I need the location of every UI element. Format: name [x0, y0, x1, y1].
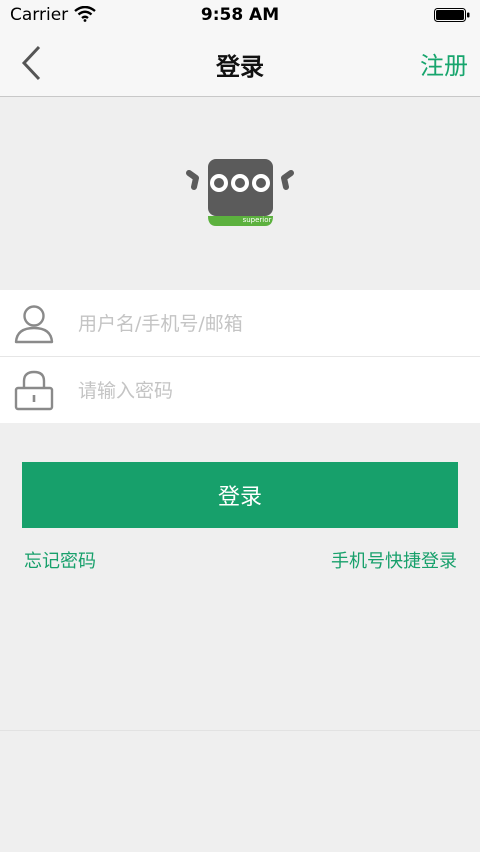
lock-icon: [14, 370, 54, 411]
battery-icon: [434, 8, 470, 22]
password-input[interactable]: [76, 373, 460, 409]
quick-login-link[interactable]: 手机号快捷登录: [331, 547, 457, 573]
logo-brand-text: superior: [243, 216, 272, 224]
password-row: [0, 356, 480, 423]
login-button[interactable]: 登录: [22, 462, 458, 528]
username-row: [0, 290, 480, 356]
login-form: [0, 290, 480, 423]
username-input[interactable]: [76, 306, 460, 342]
register-button[interactable]: 注册: [420, 46, 468, 81]
nav-bar: 登录 注册: [0, 30, 480, 97]
divider: [0, 730, 480, 731]
user-icon: [14, 305, 54, 344]
status-bar: Carrier 9:58 AM: [0, 0, 480, 30]
page-title: 登录: [216, 53, 264, 81]
status-time: 9:58 AM: [200, 5, 280, 25]
forgot-password-link[interactable]: 忘记密码: [24, 547, 96, 573]
app-logo: superior: [186, 159, 294, 226]
